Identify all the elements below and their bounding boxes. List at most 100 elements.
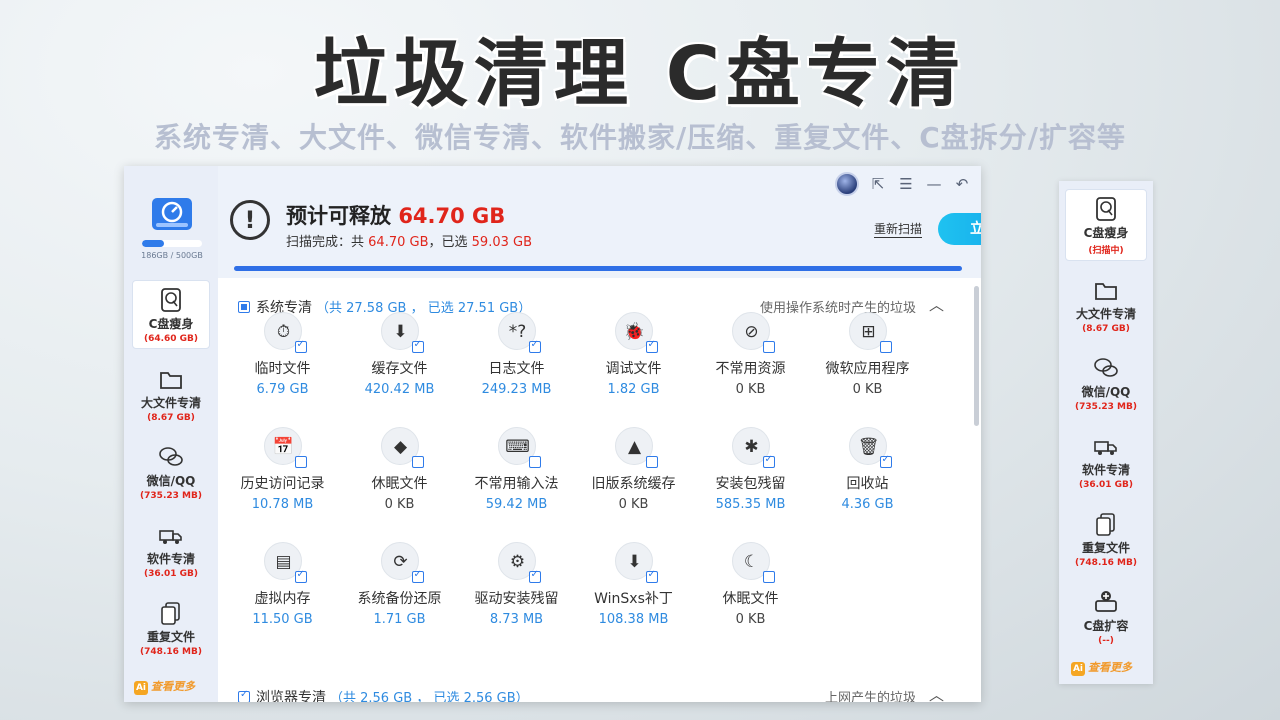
rescan-link[interactable]: 重新扫描	[874, 220, 923, 238]
scan-summary: 扫描完成：共 64.70 GB，已选 59.03 GB	[286, 231, 532, 250]
truck-icon	[1094, 441, 1117, 455]
item-size: 6.79 GB	[256, 382, 309, 397]
item-name: 日志文件	[488, 361, 545, 377]
item-checkbox[interactable]	[411, 569, 424, 583]
item-checkbox[interactable]	[879, 341, 892, 353]
item-checkbox[interactable]	[294, 339, 307, 353]
scan-results: 系统专清 （共 27.58 GB ， 已选 27.51 GB） 使用操作系统时产生…	[218, 278, 981, 702]
browser-section-checkbox[interactable]	[238, 689, 250, 702]
system-item-tile[interactable]: ⬇ WinSxs补丁 108.38 MB	[575, 542, 692, 627]
sidebar-more-link[interactable]: Ai 查看更多	[134, 678, 195, 695]
item-checkbox[interactable]	[411, 456, 424, 468]
item-size: 4.36 GB	[841, 497, 894, 512]
disk-slim-icon	[1096, 197, 1116, 221]
sidebar-item-value: (64.60 GB)	[143, 334, 199, 344]
avatar[interactable]	[835, 172, 859, 196]
item-checkbox[interactable]	[762, 341, 775, 353]
item-name: 驱动安装残留	[474, 591, 559, 607]
disk-speed-icon	[152, 198, 192, 230]
item-name: 不常用资源	[715, 361, 786, 377]
right-feature-panel: C盘瘦身 (扫描中) 大文件专清 (8.67 GB) 微信/QQ (735.23…	[1059, 181, 1153, 684]
system-item-tile[interactable]: ⏱ 临时文件 6.79 GB	[224, 312, 341, 397]
right-item-duplicate[interactable]: 重复文件 (748.16 MB)	[1065, 511, 1147, 568]
system-section-checkbox[interactable]	[238, 300, 250, 313]
item-size: 0 KB	[735, 612, 766, 627]
sidebar: 186GB / 500GB C盘瘦身 (64.60 GB) 大文件专清 (8.6…	[124, 166, 218, 702]
item-checkbox[interactable]	[528, 456, 541, 468]
system-item-tile[interactable]: 🗑 回收站 4.36 GB	[809, 427, 926, 512]
item-size: 420.42 MB	[364, 382, 435, 397]
system-item-tile[interactable]: ▲ 旧版系统缓存 0 KB	[575, 427, 692, 512]
item-name: 历史访问记录	[240, 476, 325, 492]
right-item-c-expand[interactable]: C盘扩容 (--)	[1065, 589, 1147, 646]
sidebar-item-large-files[interactable]: 大文件专清 (8.67 GB)	[132, 366, 210, 423]
system-item-tile[interactable]: ⟳ 系统备份还原 1.71 GB	[341, 542, 458, 627]
history-icon: 📅	[263, 427, 307, 468]
right-item-c-slim[interactable]: C盘瘦身 (扫描中)	[1065, 189, 1147, 261]
item-checkbox[interactable]	[645, 456, 658, 468]
sidebar-item-wechat-qq[interactable]: 微信/QQ (735.23 MB)	[132, 444, 210, 501]
menu-icon[interactable]: ☰	[897, 174, 915, 194]
sidebar-item-duplicate[interactable]: 重复文件 (748.16 MB)	[132, 600, 210, 657]
system-item-tile[interactable]: ⊘ 不常用资源 0 KB	[692, 312, 809, 397]
wechat-icon	[1094, 358, 1118, 377]
scrollbar[interactable]	[974, 286, 979, 426]
item-name: 休眠文件	[371, 476, 428, 492]
item-checkbox[interactable]	[294, 456, 307, 468]
minimize-icon[interactable]: —	[925, 174, 943, 194]
system-item-tile[interactable]: ⌨ 不常用输入法 59.42 MB	[458, 427, 575, 512]
item-name: WinSxs补丁	[594, 591, 673, 607]
system-item-tile[interactable]: ⚙ 驱动安装残留 8.73 MB	[458, 542, 575, 627]
share-icon[interactable]: ⇱	[869, 174, 887, 194]
browser-section-header[interactable]: 浏览器专清 （共 2.56 GB ， 已选 2.56 GB） 上网产生的垃圾 ︿	[238, 686, 958, 702]
moon-icon: ☾	[731, 542, 775, 583]
item-name: 不常用输入法	[474, 476, 559, 492]
item-checkbox[interactable]	[528, 339, 541, 353]
right-item-software[interactable]: 软件专清 (36.01 GB)	[1065, 433, 1147, 490]
sidebar-item-c-slim[interactable]: C盘瘦身 (64.60 GB)	[132, 280, 210, 349]
sidebar-item-software[interactable]: 软件专清 (36.01 GB)	[132, 522, 210, 579]
window-controls: ⇱ ☰ — ↶	[835, 172, 971, 196]
item-size: 585.35 MB	[715, 497, 786, 512]
banner-subtitle: 系统专清、大文件、微信专清、软件搬家/压缩、重复文件、C盘拆分/扩容等	[153, 121, 1126, 154]
keyboard-icon: ⌨	[497, 427, 541, 468]
item-checkbox[interactable]	[879, 454, 892, 468]
item-name: 安装包残留	[715, 476, 786, 492]
wechat-icon	[159, 447, 183, 466]
system-item-tile[interactable]: ▤ 虚拟内存 11.50 GB	[224, 542, 341, 627]
right-item-value: (8.67 GB)	[1082, 324, 1130, 334]
disk-usage-bar	[142, 240, 202, 247]
item-checkbox[interactable]	[528, 569, 541, 583]
scan-prefix: 扫描完成：共	[286, 235, 365, 250]
system-item-tile[interactable]: ⊞ 微软应用程序 0 KB	[809, 312, 926, 397]
item-name: 缓存文件	[371, 361, 428, 377]
right-item-large-files[interactable]: 大文件专清 (8.67 GB)	[1065, 277, 1147, 334]
item-checkbox[interactable]	[645, 569, 658, 583]
system-item-tile[interactable]: 🐞 调试文件 1.82 GB	[575, 312, 692, 397]
item-checkbox[interactable]	[411, 339, 424, 353]
collapse-chevron-icon[interactable]: ︿	[929, 684, 944, 702]
item-checkbox[interactable]	[762, 454, 775, 468]
browser-section-stats: （共 2.56 GB ， 已选 2.56 GB）	[330, 691, 529, 702]
duplicate-file-icon	[161, 602, 180, 625]
system-item-tile[interactable]: *? 日志文件 249.23 MB	[458, 312, 575, 397]
item-name: 旧版系统缓存	[591, 476, 676, 492]
system-item-tile[interactable]: ✱ 安装包残留 585.35 MB	[692, 427, 809, 512]
right-item-wechat-qq[interactable]: 微信/QQ (735.23 MB)	[1065, 355, 1147, 412]
item-name: 休眠文件	[722, 591, 779, 607]
back-icon[interactable]: ↶	[953, 174, 971, 194]
right-item-label: C盘扩容	[1083, 619, 1129, 633]
item-checkbox[interactable]	[294, 569, 307, 583]
disk-usage-text: 186GB / 500GB	[141, 251, 203, 260]
system-item-tile[interactable]: ☾ 休眠文件 0 KB	[692, 542, 809, 627]
sidebar-item-label: C盘瘦身	[148, 317, 194, 331]
right-more-link[interactable]: Ai 查看更多	[1071, 659, 1132, 676]
system-item-tile[interactable]: ⬇ 缓存文件 420.42 MB	[341, 312, 458, 397]
clean-now-button[interactable]: 立即清理	[938, 213, 981, 245]
item-size: 0 KB	[735, 382, 766, 397]
system-item-tile[interactable]: ◆ 休眠文件 0 KB	[341, 427, 458, 512]
system-item-tile[interactable]: 📅 历史访问记录 10.78 MB	[224, 427, 341, 512]
item-checkbox[interactable]	[645, 339, 658, 353]
collapse-chevron-icon[interactable]: ︿	[929, 294, 944, 315]
item-checkbox[interactable]	[762, 571, 775, 583]
